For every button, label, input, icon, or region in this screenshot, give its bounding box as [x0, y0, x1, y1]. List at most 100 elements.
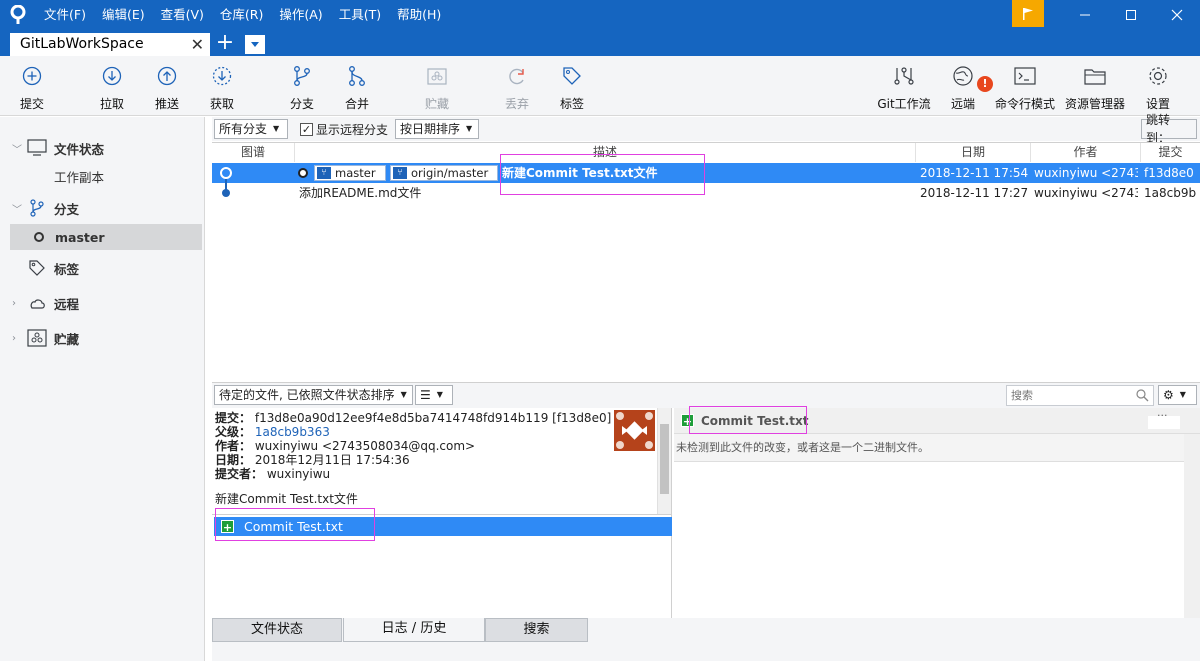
parent-commit-link[interactable]: 1a8cb9b363 — [255, 425, 330, 439]
discard-icon — [505, 64, 529, 87]
detail-scrollbar[interactable] — [657, 408, 671, 514]
sidebar: ﹀ 文件状态 工作副本 ﹀ 分支 master 标签 › 远程 › 贮藏 — [0, 117, 205, 661]
commit-row[interactable]: ⑂ master ⑂ origin/master 新建Commit Test.txt… — [212, 163, 1200, 183]
chevron-right-icon[interactable]: › — [12, 333, 26, 344]
menu-repository[interactable]: 仓库(R) — [212, 0, 271, 30]
diff-panel: + Commit Test.txt ... 未检测到此文件的改变，或者这是一个二… — [674, 406, 1200, 618]
merge-icon — [345, 64, 369, 87]
sidebar-item-master[interactable]: master — [10, 224, 202, 250]
sidebar-item-remotes[interactable]: › 远程 — [0, 290, 205, 316]
stash-icon — [26, 327, 48, 349]
sidebar-item-working-copy[interactable]: 工作副本 — [0, 163, 205, 189]
sidebar-master-label: master — [55, 229, 105, 245]
branch-filter-dropdown[interactable]: 所有分支 ▼ — [214, 119, 288, 139]
jump-to-button[interactable]: 跳转到： — [1141, 113, 1197, 145]
explorer-button[interactable]: 资源管理器 — [1065, 60, 1125, 112]
tab-dropdown-button[interactable] — [245, 35, 265, 54]
column-date[interactable]: 日期 — [916, 143, 1031, 162]
branch-label-master[interactable]: ⑂ master — [314, 165, 386, 181]
minimize-button[interactable] — [1062, 0, 1108, 30]
show-remote-checkbox[interactable]: ✓ 显示远程分支 — [300, 121, 388, 138]
stash-label: 贮藏 — [424, 97, 449, 111]
checkbox-checked-icon[interactable]: ✓ — [300, 123, 313, 136]
tab-gitlabworkspace[interactable]: GitLabWorkSpace ✕ — [10, 33, 210, 56]
branch-button[interactable]: 分支 — [272, 60, 332, 112]
chevron-right-icon[interactable]: › — [12, 298, 26, 309]
chevron-down-icon[interactable]: ﹀ — [12, 201, 26, 216]
branch-icon: ⑂ — [393, 167, 407, 179]
tab-log-history[interactable]: 日志 / 历史 — [343, 618, 485, 642]
menu-edit[interactable]: 编辑(E) — [94, 0, 153, 30]
commit-author: wuxinyiwu <2743 — [1034, 186, 1138, 200]
sourcetree-logo-icon — [0, 0, 36, 30]
file-sort-value: 待定的文件, 已依照文件状态排序 — [219, 388, 395, 402]
list-item[interactable]: + Commit Test.txt — [214, 517, 672, 536]
bottom-tab-bar: 文件状态 日志 / 历史 搜索 — [212, 618, 1200, 661]
sidebar-stashes-label: 贮藏 — [54, 331, 80, 347]
menu-actions[interactable]: 操作(A) — [271, 0, 330, 30]
commit-row[interactable]: 添加README.md文件 2018-12-11 17:27 wuxinyiwu… — [212, 183, 1200, 203]
diff-action-button[interactable] — [1148, 416, 1180, 429]
menu-help[interactable]: 帮助(H) — [389, 0, 449, 30]
column-graph[interactable]: 图谱 — [212, 143, 295, 162]
flag-button[interactable] — [1012, 0, 1044, 27]
column-author[interactable]: 作者 — [1031, 143, 1141, 162]
new-tab-button[interactable]: + — [214, 32, 236, 55]
folder-icon — [1083, 64, 1107, 87]
commit-hash: 1a8cb9b — [1144, 186, 1197, 200]
settings-button[interactable]: 设置 — [1128, 60, 1188, 112]
gitflow-icon — [892, 64, 916, 87]
tab-file-status[interactable]: 文件状态 — [212, 618, 342, 642]
stash-button[interactable]: 贮藏 — [407, 60, 467, 112]
column-commit[interactable]: 提交 — [1141, 143, 1200, 162]
sort-dropdown[interactable]: 按日期排序 ▼ — [395, 119, 479, 139]
tag-button[interactable]: 标签 — [542, 60, 602, 112]
pull-label: 拉取 — [99, 97, 124, 111]
options-gear-dropdown[interactable]: ⚙ ▼ — [1158, 385, 1197, 405]
tab-close-icon[interactable]: ✕ — [191, 33, 204, 56]
commit-button[interactable]: 提交 — [2, 60, 62, 112]
branch-label-origin-master[interactable]: ⑂ origin/master — [390, 165, 498, 181]
fetch-button[interactable]: 获取 — [192, 60, 252, 112]
detail-commit: 提交： f13d8e0a90d12ee9f4e8d5ba7414748fd914… — [215, 411, 611, 425]
close-window-button[interactable] — [1154, 0, 1200, 30]
view-mode-dropdown[interactable]: ☰ ▼ — [415, 385, 453, 405]
tab-search[interactable]: 搜索 — [485, 618, 588, 642]
search-field[interactable] — [1006, 385, 1154, 406]
gitflow-button[interactable]: Git工作流 — [874, 60, 934, 112]
cloud-icon — [26, 292, 48, 314]
remote-label: 远端 — [950, 97, 975, 111]
tag-label: 标签 — [559, 97, 584, 111]
title-bar: 文件(F) 编辑(E) 查看(V) 仓库(R) 操作(A) 工具(T) 帮助(H… — [0, 0, 1200, 30]
arrow-down-circle-icon — [100, 64, 124, 87]
menu-view[interactable]: 查看(V) — [153, 0, 212, 30]
commit-description: 新建Commit Test.txt文件 — [502, 166, 658, 180]
search-input[interactable] — [1007, 386, 1127, 405]
push-button[interactable]: 推送 — [137, 60, 197, 112]
commit-detail-panel: 提交： f13d8e0a90d12ee9f4e8d5ba7414748fd914… — [212, 408, 672, 514]
branch-icon — [290, 64, 314, 87]
scrollbar-thumb[interactable] — [660, 424, 669, 494]
graph-node-icon — [220, 167, 232, 179]
column-description[interactable]: 描述 — [295, 143, 916, 162]
discard-button[interactable]: 丢弃 — [487, 60, 547, 112]
merge-button[interactable]: 合并 — [327, 60, 387, 112]
sidebar-item-branches[interactable]: ﹀ 分支 — [0, 195, 205, 221]
branch-filter-value: 所有分支 — [219, 122, 268, 136]
terminal-button[interactable]: 命令行模式 — [995, 60, 1055, 112]
diff-scrollbar[interactable] — [1184, 434, 1200, 618]
file-sort-dropdown[interactable]: 待定的文件, 已依照文件状态排序 ▼ — [214, 385, 413, 405]
maximize-button[interactable] — [1108, 0, 1154, 30]
menu-tools[interactable]: 工具(T) — [331, 0, 389, 30]
chevron-down-icon[interactable]: ﹀ — [12, 141, 26, 156]
pull-button[interactable]: 拉取 — [82, 60, 142, 112]
sidebar-remotes-label: 远程 — [54, 296, 80, 312]
current-branch-icon — [34, 232, 44, 242]
file-name: Commit Test.txt — [244, 519, 343, 534]
list-icon: ☰ — [420, 388, 431, 402]
filter-bar: 所有分支 ▼ ✓ 显示远程分支 按日期排序 ▼ 跳转到： — [212, 113, 1200, 145]
sidebar-item-file-status[interactable]: ﹀ 文件状态 — [0, 135, 205, 161]
sidebar-item-stashes[interactable]: › 贮藏 — [0, 325, 205, 351]
sidebar-item-tags[interactable]: 标签 — [0, 255, 205, 281]
menu-file[interactable]: 文件(F) — [36, 0, 94, 30]
